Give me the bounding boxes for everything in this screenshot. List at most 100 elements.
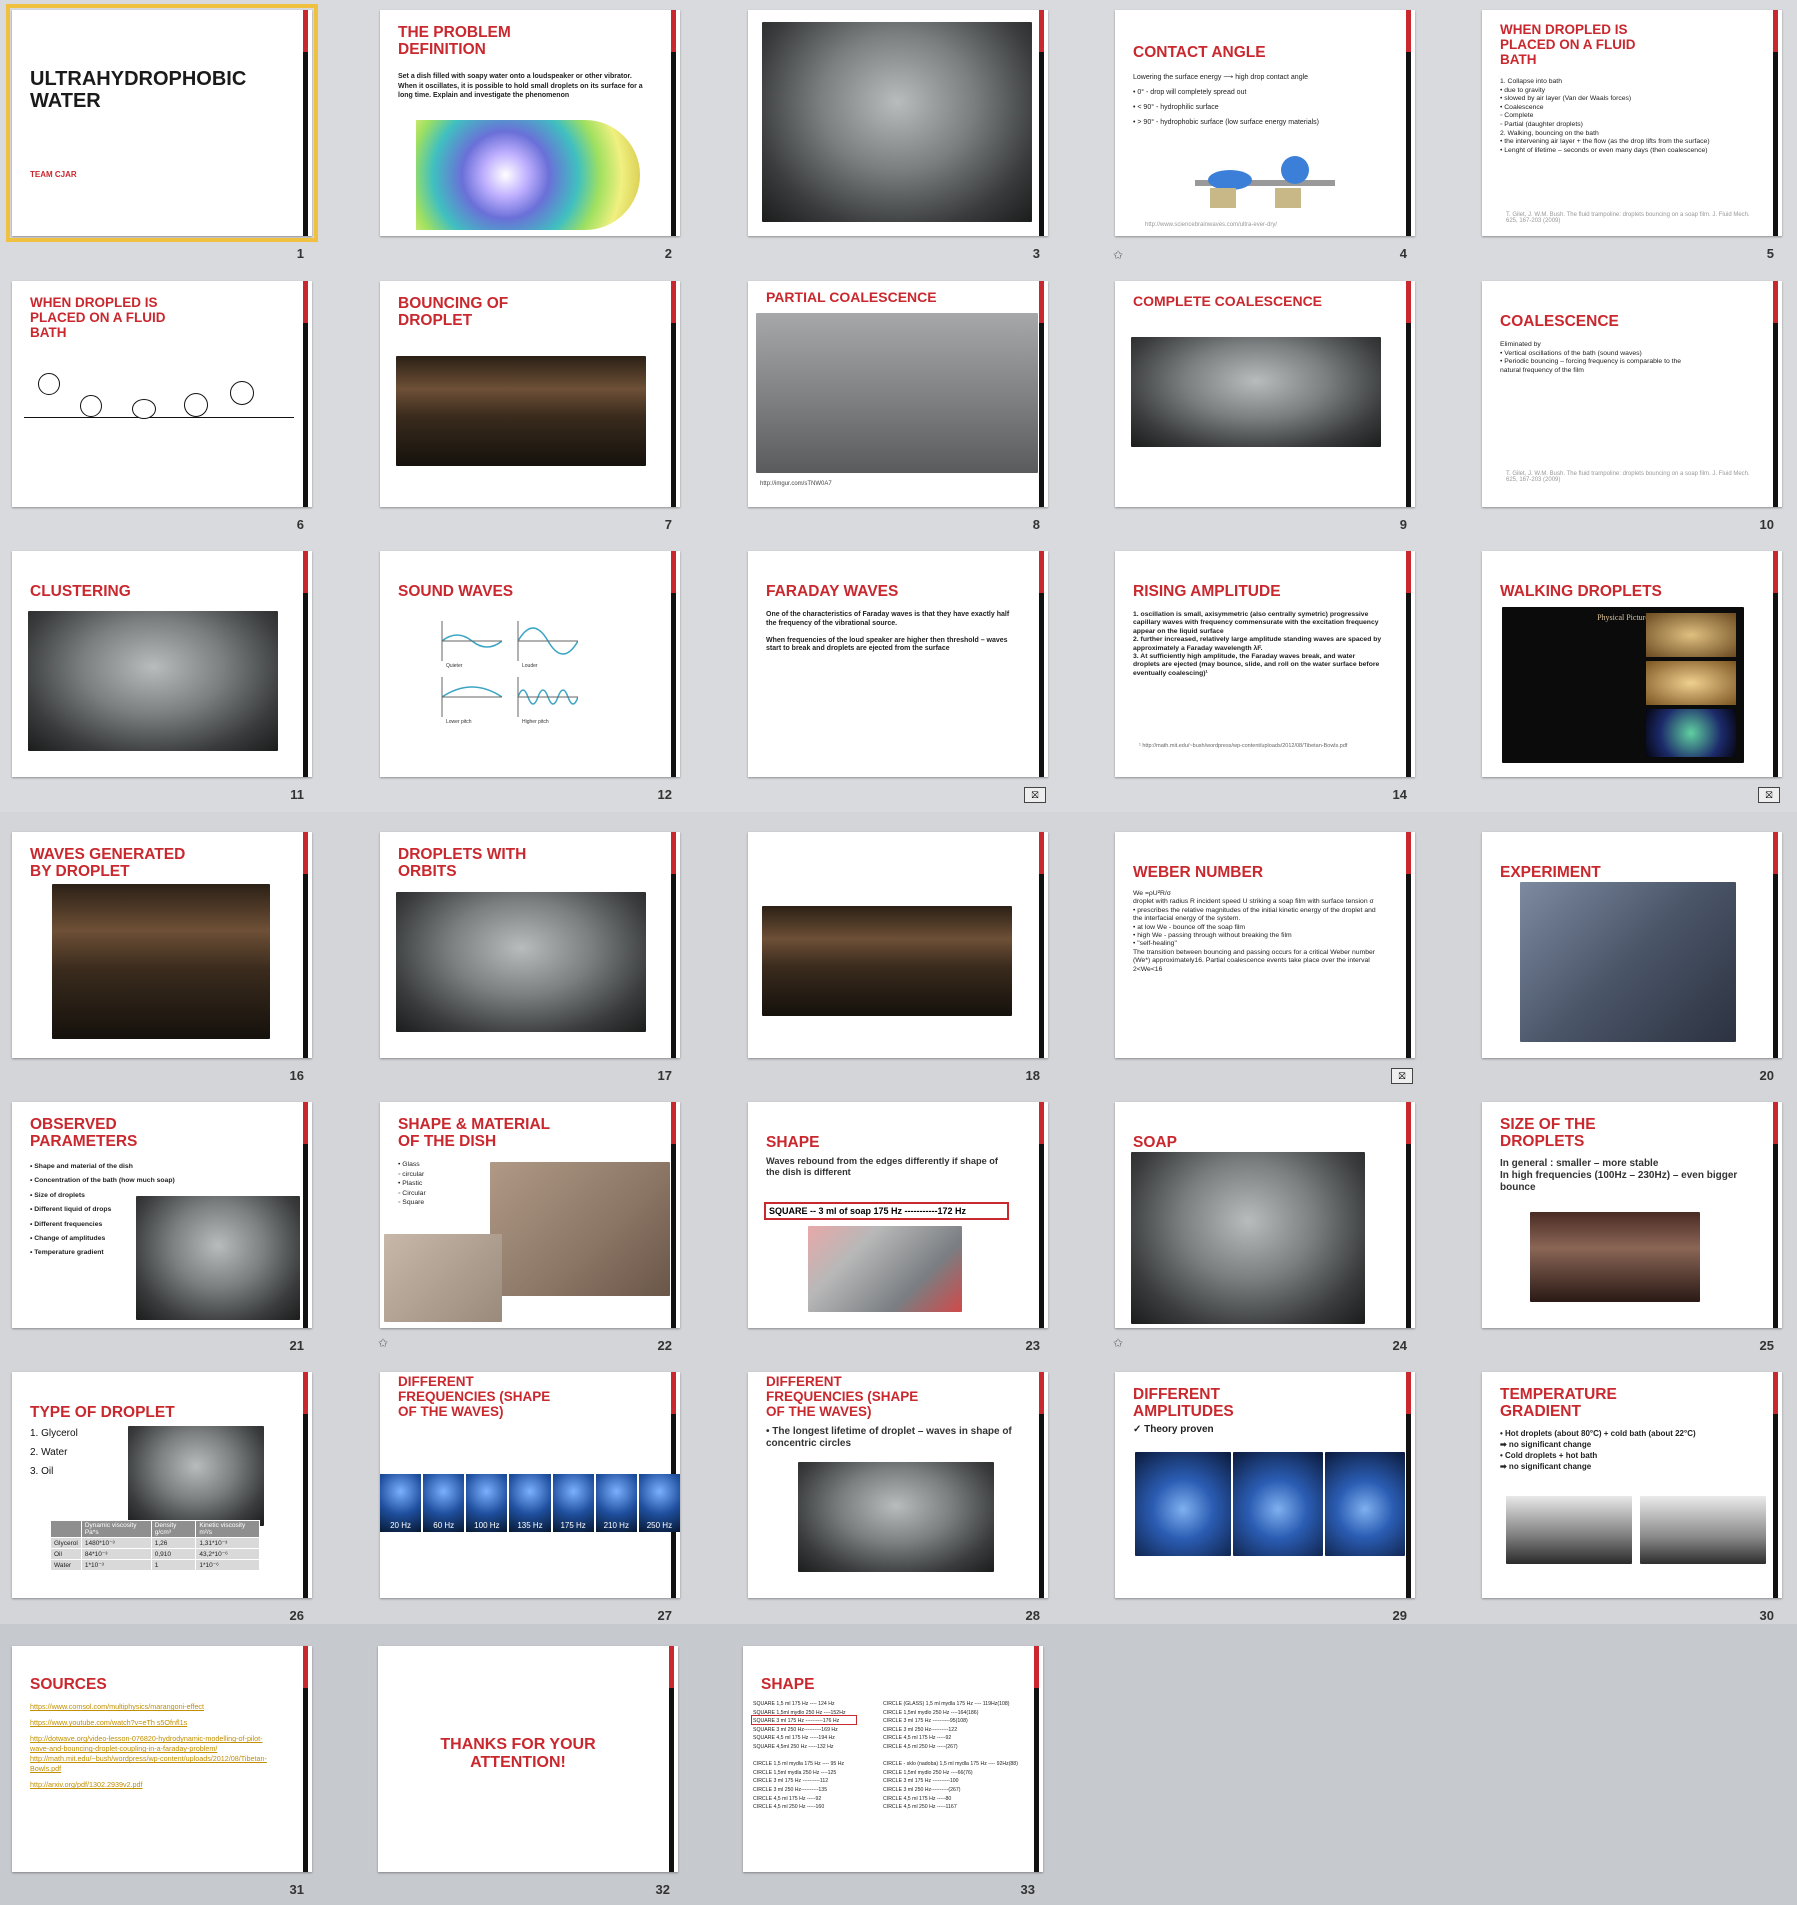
source-link[interactable]: https://www.youtube.com/watch?v=eTh s5Of… xyxy=(30,1718,270,1728)
source-link[interactable]: http://arxiv.org/pdf/1302.2939v2.pdf xyxy=(30,1780,270,1790)
slide-title: THANKS FOR YOUR ATTENTION! xyxy=(440,1736,596,1771)
hot-droplets-photo xyxy=(1506,1496,1632,1564)
slide[interactable]: BOUNCING OF DROPLET xyxy=(380,281,680,507)
amplitude-photo xyxy=(1233,1452,1323,1556)
coalescence-photo xyxy=(756,313,1038,473)
hidden-slide-icon[interactable]: ⛝ xyxy=(1758,787,1780,803)
slide-title: DROPLETS WITH ORBITS xyxy=(398,846,527,880)
frequency-photo-strip: 20 Hz 60 Hz 100 Hz 135 Hz 175 Hz 210 Hz … xyxy=(380,1474,680,1532)
slide-accent-bar xyxy=(303,1102,308,1328)
slide[interactable]: DIFFERENT FREQUENCIES (SHAPE OF THE WAVE… xyxy=(380,1372,680,1598)
soap-film-photo xyxy=(416,120,640,230)
slide-number: 18 xyxy=(1025,1068,1040,1083)
slide-title: CONTACT ANGLE xyxy=(1133,44,1266,61)
slide[interactable]: COMPLETE COALESCENCE xyxy=(1115,281,1415,507)
slide-reference: http://www.sciencebrainwaves.com/ultra-e… xyxy=(1145,222,1278,228)
droplet-circle xyxy=(230,381,254,405)
slide-number: 6 xyxy=(296,517,304,532)
bouncing-droplet-photo xyxy=(396,356,646,466)
slide-body: 1. oscillation is small, axisymmetric (a… xyxy=(1133,611,1382,677)
table-cell: Density g/cm³ xyxy=(150,1520,197,1538)
slide-number: 12 xyxy=(657,787,672,802)
slide[interactable]: OBSERVED PARAMETERS • Shape and material… xyxy=(12,1102,312,1328)
slide-accent-bar xyxy=(669,1646,674,1872)
hidden-slide-icon[interactable]: ⛝ xyxy=(1024,787,1046,803)
slide-number: 27 xyxy=(657,1608,672,1623)
slide-title: SHAPE xyxy=(761,1676,815,1693)
slide-accent-bar xyxy=(1039,10,1044,236)
slide[interactable] xyxy=(748,10,1048,236)
slide[interactable]: WEBER NUMBER We =ρU²R/σ droplet with rad… xyxy=(1115,832,1415,1058)
slide[interactable]: DIFFERENT AMPLITUDES ✓ Theory proven xyxy=(1115,1372,1415,1598)
table-cell: 1,26 xyxy=(150,1537,197,1549)
slide[interactable] xyxy=(748,832,1048,1058)
slide-number: 5 xyxy=(1766,246,1774,261)
slide-accent-bar xyxy=(1773,1102,1778,1328)
quieter-wave-icon xyxy=(441,621,502,661)
slide[interactable]: SHAPE Waves rebound from the edges diffe… xyxy=(748,1102,1048,1328)
slide-number: 1 xyxy=(296,246,304,261)
slide[interactable]: DROPLETS WITH ORBITS xyxy=(380,832,680,1058)
slide-title: DIFFERENT FREQUENCIES (SHAPE OF THE WAVE… xyxy=(398,1374,551,1419)
slide-number: 24 xyxy=(1392,1338,1407,1353)
slide[interactable]: SOUND WAVES Quieter Louder Lower pitch H… xyxy=(380,551,680,777)
slide-title: SHAPE & MATERIAL OF THE DISH xyxy=(398,1116,551,1150)
dish-photo xyxy=(136,1196,300,1320)
slide[interactable]: THANKS FOR YOUR ATTENTION! xyxy=(378,1646,678,1872)
slide-number: 2 xyxy=(664,246,672,261)
slide[interactable]: SIZE OF THE DROPLETS In general : smalle… xyxy=(1482,1102,1782,1328)
slide[interactable]: SHAPE & MATERIAL OF THE DISH • Glass ◦ c… xyxy=(380,1102,680,1328)
slide-accent-bar xyxy=(1773,281,1778,507)
slide[interactable]: ULTRAHYDROPHOBIC WATER TEAM CJAR xyxy=(6,4,318,242)
slide-title: SIZE OF THE DROPLETS xyxy=(1500,1116,1596,1150)
contact-angle-diagram xyxy=(1195,156,1335,208)
highlighted-measurement: SQUARE -- 3 ml of soap 175 Hz ----------… xyxy=(764,1202,1009,1220)
slide-number: 17 xyxy=(657,1068,672,1083)
table-cell: 84*10⁻³ xyxy=(80,1548,152,1560)
slide[interactable]: TYPE OF DROPLET 1. Glycerol 2. Water 3. … xyxy=(12,1372,312,1598)
waves-photo xyxy=(52,884,270,1039)
slide-number: 8 xyxy=(1032,517,1040,532)
slide-title: THE PROBLEM DEFINITION xyxy=(398,24,511,58)
slide[interactable]: FARADAY WAVES One of the characteristics… xyxy=(748,551,1048,777)
slide[interactable]: SOURCES https://www.comsol.com/multiphys… xyxy=(12,1646,312,1872)
slide[interactable]: THE PROBLEM DEFINITION Set a dish filled… xyxy=(380,10,680,236)
slide-number: 4 xyxy=(1399,246,1407,261)
slide[interactable]: RISING AMPLITUDE 1. oscillation is small… xyxy=(1115,551,1415,777)
transition-star-icon[interactable]: ✩ xyxy=(1113,248,1123,262)
slide-number: 9 xyxy=(1399,517,1407,532)
slide[interactable]: SHAPE SQUARE 1,5 ml 175 Hz ---- 124 Hz S… xyxy=(743,1646,1043,1872)
slide[interactable]: DIFFERENT FREQUENCIES (SHAPE OF THE WAVE… xyxy=(748,1372,1048,1598)
slide-title: SHAPE xyxy=(766,1134,820,1151)
transition-star-icon[interactable]: ✩ xyxy=(378,1336,388,1350)
hidden-slide-icon[interactable]: ⛝ xyxy=(1391,1068,1413,1084)
amplitude-photo xyxy=(1135,1452,1231,1556)
slide-accent-bar xyxy=(1039,551,1044,777)
wave-label: Lower pitch xyxy=(446,719,472,725)
source-link[interactable]: https://www.comsol.com/multiphysics/mara… xyxy=(30,1702,270,1712)
slide-number: 25 xyxy=(1759,1338,1774,1353)
slide[interactable]: WAVES GENERATED BY DROPLET xyxy=(12,832,312,1058)
slide[interactable]: CLUSTERING xyxy=(12,551,312,777)
slide[interactable]: EXPERIMENT xyxy=(1482,832,1782,1058)
slide-number: 7 xyxy=(664,517,672,532)
slide-body: Eliminated by • Vertical oscillations of… xyxy=(1500,341,1682,374)
slide-body: We =ρU²R/σ droplet with radius R inciden… xyxy=(1133,890,1376,973)
slide[interactable]: WALKING DROPLETS Physical Picture xyxy=(1482,551,1782,777)
slide-title: WEBER NUMBER xyxy=(1133,864,1264,881)
source-link[interactable]: http://dotwave.org/video-lesson-076820-h… xyxy=(30,1734,270,1774)
petri-dish-photo xyxy=(762,22,1032,222)
slide[interactable]: SOAP xyxy=(1115,1102,1415,1328)
slide-subtitle: TEAM CJAR xyxy=(30,170,77,179)
walking-droplets-figure: Physical Picture xyxy=(1502,607,1744,763)
slide[interactable]: WHEN DROPLED IS PLACED ON A FLUID BATH xyxy=(12,281,312,507)
transition-star-icon[interactable]: ✩ xyxy=(1113,1336,1123,1350)
slide[interactable]: CONTACT ANGLE Lowering the surface energ… xyxy=(1115,10,1415,236)
slide[interactable]: COALESCENCE Eliminated by • Vertical osc… xyxy=(1482,281,1782,507)
slide[interactable]: PARTIAL COALESCENCE http://imgur.com/sTN… xyxy=(748,281,1048,507)
slide[interactable]: WHEN DROPLED IS PLACED ON A FLUID BATH 1… xyxy=(1482,10,1782,236)
slide[interactable]: TEMPERATURE GRADIENT • Hot droplets (abo… xyxy=(1482,1372,1782,1598)
viscosity-table: Dynamic viscosity Pa*s Density g/cm³ Kinet… xyxy=(50,1520,260,1571)
table-cell: 1,31*10⁻³ xyxy=(195,1537,260,1549)
slide-accent-bar xyxy=(1039,1372,1044,1598)
